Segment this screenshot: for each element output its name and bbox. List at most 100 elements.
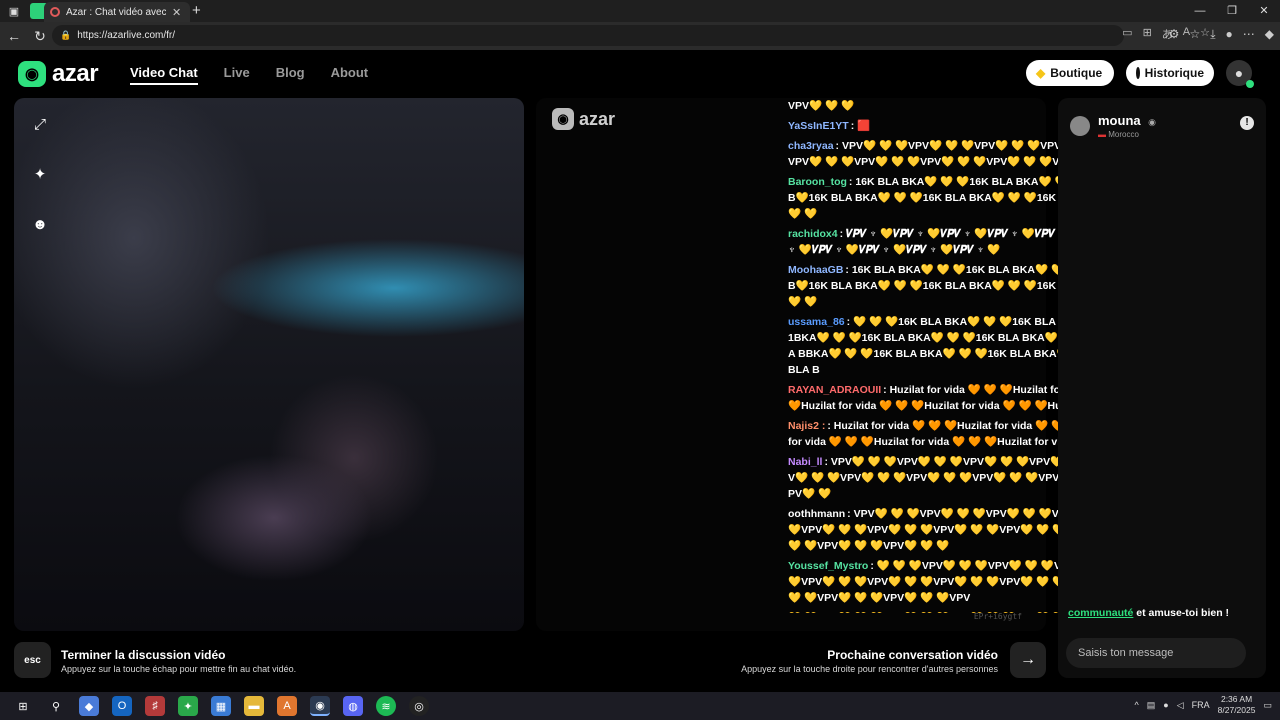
next-arrow-button[interactable]: →	[1010, 642, 1046, 678]
chat-username[interactable]: Nabi_ll	[788, 456, 822, 468]
notification-icon[interactable]: ▭	[1263, 700, 1272, 711]
browser-address-bar: ← ↻ 🔒 https://azarlive.com/fr/ ▭ ⊞ あ A ☆	[0, 22, 1280, 50]
boutique-label: Boutique	[1050, 66, 1103, 80]
chat-username[interactable]: oothhmann	[788, 508, 845, 520]
camera-id: EPr+i6ygtf	[973, 612, 1022, 621]
window-menu-icon[interactable]: ▣	[0, 0, 28, 22]
spotify-icon[interactable]: ≋	[376, 696, 396, 716]
chat-username[interactable]: Baroon_tog	[788, 176, 847, 188]
lock-icon: 🔒	[60, 30, 72, 40]
user-icon: ●	[1234, 65, 1244, 81]
video-tools: ⤢ ✦ ☻	[30, 115, 50, 235]
next-chat-title: Prochaine conversation vidéo	[827, 648, 998, 662]
url-field[interactable]: 🔒 https://azarlive.com/fr/	[52, 25, 1124, 46]
effects-sparkle-icon[interactable]: ✦	[30, 165, 50, 185]
language-indicator[interactable]: FRA	[1192, 700, 1210, 710]
chat-username[interactable]: MoohaaGB	[788, 264, 843, 276]
edge-browser-icon[interactable]: ◉	[310, 696, 330, 716]
maximize-button[interactable]: ❐	[1216, 0, 1248, 22]
browser-tab-bar: ▣ Azar : Chat vidéo avec de no ✕ + — ❐ ✕	[0, 0, 1280, 22]
verified-badge-icon: ◉	[1148, 117, 1156, 127]
more-menu-icon[interactable]: ⋯	[1243, 27, 1255, 42]
discord-icon[interactable]: ◍	[343, 696, 363, 716]
windows-start-icon[interactable]: ⊞	[13, 696, 33, 716]
user-avatar-button[interactable]: ●	[1226, 60, 1254, 88]
nav-video-chat[interactable]: Video Chat	[130, 65, 198, 85]
copilot-icon[interactable]: ◆	[1265, 27, 1274, 42]
obs-icon[interactable]: ◎	[409, 696, 429, 716]
end-chat-title: Terminer la discussion vidéo	[61, 648, 226, 662]
chat-username[interactable]: rachidox4	[788, 228, 838, 240]
extensions-icon[interactable]: ⚙	[1169, 27, 1180, 42]
chat-username[interactable]: Najis2 :	[788, 420, 825, 432]
watermark-text: azar	[579, 108, 616, 129]
profile-icon[interactable]: ●	[1226, 27, 1233, 42]
recording-icon	[50, 7, 60, 17]
app-available-icon[interactable]: ⊞	[1143, 26, 1152, 42]
date: 8/27/2025	[1217, 705, 1256, 715]
file-explorer-icon[interactable]: ▬	[244, 696, 264, 716]
tab-title: Azar : Chat vidéo avec de no	[66, 6, 166, 18]
volume-icon[interactable]: ◁	[1177, 700, 1184, 711]
browser-tab-azar[interactable]: Azar : Chat vidéo avec de no ✕	[44, 2, 190, 22]
copilot-app-icon[interactable]: ◆	[79, 696, 99, 716]
message-input[interactable]	[1066, 638, 1246, 668]
outlook-icon[interactable]: O	[112, 696, 132, 716]
tab-close-icon[interactable]: ✕	[172, 6, 181, 19]
chat-username[interactable]: RAYAN_ADRAOUII	[788, 384, 881, 396]
peer-country-label: Morocco	[1108, 130, 1139, 139]
chat-username[interactable]: ussama_86	[788, 316, 845, 328]
peer-name: mouna	[1098, 113, 1141, 128]
face-filter-icon[interactable]: ☻	[30, 215, 50, 235]
chat-text: 🟥	[857, 120, 871, 132]
clock-icon	[1136, 67, 1140, 79]
camera-icon[interactable]: ▭	[1122, 26, 1132, 42]
community-link[interactable]: communauté	[1068, 607, 1133, 619]
chat-username[interactable]: cha3ryaa	[788, 140, 834, 152]
search-icon[interactable]: ⚲	[46, 696, 66, 716]
app-icon-orange[interactable]: A	[277, 696, 297, 716]
app-icon-green[interactable]: ✦	[178, 696, 198, 716]
store-icon[interactable]: ▦	[211, 696, 231, 716]
report-button[interactable]: !	[1240, 116, 1254, 130]
esc-key-button[interactable]: esc	[14, 642, 51, 678]
back-arrow-icon[interactable]: ←	[2, 28, 26, 44]
azar-logo[interactable]: ◉ azar	[18, 60, 99, 88]
azar-logo-icon: ◉	[18, 61, 46, 87]
peer-avatar[interactable]	[1070, 115, 1090, 136]
nav-live[interactable]: Live	[224, 65, 250, 85]
window-controls: — ❐ ✕	[1184, 0, 1280, 22]
chat-username[interactable]: YaSsInE1YT	[788, 120, 849, 132]
fullscreen-icon[interactable]: ⤢	[30, 115, 50, 135]
boutique-button[interactable]: ◆ Boutique	[1026, 60, 1114, 86]
watermark-logo-icon: ◉	[552, 108, 574, 130]
downloads-icon[interactable]: ⤓	[1210, 27, 1215, 42]
next-chat-subtitle: Appuyez sur la touche droite pour rencon…	[741, 664, 998, 674]
end-chat-subtitle: Appuyez sur la touche échap pour mettre …	[61, 664, 297, 674]
gem-icon: ◆	[1036, 66, 1046, 80]
mic-icon[interactable]: ●	[1163, 700, 1168, 710]
clock[interactable]: 2:36 AM 8/27/2025	[1218, 694, 1256, 716]
chat-text: VPV💛 💛 💛	[788, 100, 855, 112]
windows-taskbar: ⊞ ⚲ ◆ O ♯ ✦ ▦ ▬ A ◉ ◍ ≋ ◎ ^ ▤ ● ◁ FRA 2:…	[0, 692, 1280, 720]
refresh-icon[interactable]: ↻	[28, 28, 52, 45]
welcome-rest: et amuse-toi bien !	[1133, 607, 1230, 619]
favorites-icon[interactable]: ☆	[1189, 27, 1200, 42]
app-icon-red[interactable]: ♯	[145, 696, 165, 716]
time: 2:36 AM	[1220, 694, 1253, 704]
close-window-button[interactable]: ✕	[1248, 0, 1280, 22]
minimize-button[interactable]: —	[1184, 0, 1216, 22]
browser-toolbar: ⚙ ☆ ⤓ ● ⋯ ◆	[1169, 27, 1274, 42]
network-icon[interactable]: ▤	[1147, 700, 1156, 711]
new-tab-button[interactable]: +	[192, 2, 201, 19]
historique-button[interactable]: Historique	[1126, 60, 1214, 86]
chat-username[interactable]: Youssef_Mystro	[788, 560, 868, 572]
welcome-text: communauté et amuse-toi bien !	[1068, 606, 1256, 620]
local-video-feed	[14, 98, 524, 631]
nav-blog[interactable]: Blog	[276, 65, 305, 85]
peer-info: mouna ◉ ▬ Morocco	[1070, 112, 1156, 139]
tray-chevron-icon[interactable]: ^	[1135, 700, 1139, 710]
logo-text: azar	[52, 60, 99, 87]
peer-country: ▬ Morocco	[1098, 130, 1156, 139]
nav-about[interactable]: About	[331, 65, 369, 85]
